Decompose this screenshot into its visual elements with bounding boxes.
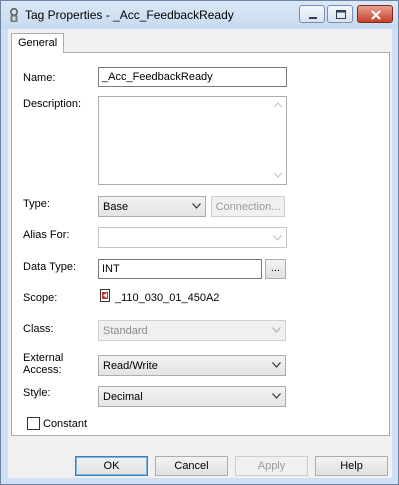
chevron-down-icon [192, 203, 201, 209]
general-panel: Name: _Acc_FeedbackReady Description: Ty… [11, 52, 390, 436]
data-type-browse-button[interactable]: ... [265, 259, 286, 279]
tab-general-label: General [18, 37, 58, 49]
class-select: Standard [98, 320, 286, 341]
tag-properties-window: Tag Properties - _Acc_FeedbackReady Gene… [0, 0, 399, 485]
chevron-down-icon [272, 327, 281, 333]
style-select[interactable]: Decimal [98, 386, 286, 407]
help-button[interactable]: Help [315, 456, 388, 476]
name-label: Name: [23, 72, 56, 84]
data-type-field[interactable]: INT [98, 259, 262, 279]
tab-general[interactable]: General [11, 33, 64, 53]
type-select[interactable]: Base [98, 196, 206, 217]
alias-for-label: Alias For: [23, 229, 70, 241]
scroll-down-icon[interactable] [273, 172, 283, 178]
external-access-select[interactable]: Read/Write [98, 355, 286, 376]
chevron-down-icon [272, 393, 281, 399]
scope-label: Scope: [23, 292, 58, 304]
cancel-button[interactable]: Cancel [155, 456, 228, 476]
tag-properties-icon [10, 8, 18, 22]
ok-button[interactable]: OK [75, 456, 148, 476]
dialog-client-area: General Name: _Acc_FeedbackReady Descrip… [8, 29, 392, 478]
scope-value: _110_030_01_450A2 [115, 292, 220, 304]
style-value: Decimal [103, 391, 143, 403]
external-access-value: Read/Write [103, 360, 158, 372]
description-scrollbar[interactable] [270, 97, 286, 184]
type-label: Type: [23, 198, 50, 210]
constant-label: Constant [43, 418, 88, 430]
external-access-label-line1: External [23, 352, 64, 364]
name-field[interactable]: _Acc_FeedbackReady [98, 67, 287, 87]
minimize-icon [309, 17, 317, 19]
description-field[interactable] [98, 96, 287, 185]
type-value: Base [103, 201, 129, 213]
program-scope-icon [100, 289, 110, 302]
connection-button[interactable]: Connection... [211, 196, 285, 217]
class-label: Class: [23, 323, 54, 335]
chevron-down-icon [272, 362, 281, 368]
scroll-up-icon[interactable] [273, 102, 283, 108]
style-label: Style: [23, 387, 51, 399]
description-label: Description: [23, 98, 82, 110]
minimize-button[interactable] [299, 5, 325, 23]
class-value: Standard [103, 325, 148, 337]
alias-for-select [98, 227, 287, 248]
data-type-label: Data Type: [23, 261, 76, 273]
title-bar[interactable]: Tag Properties - _Acc_FeedbackReady [1, 1, 398, 29]
maximize-icon [336, 10, 346, 19]
external-access-label-line2: Access: [23, 364, 62, 376]
close-icon [371, 10, 381, 20]
constant-checkbox[interactable] [27, 417, 40, 430]
close-button[interactable] [357, 5, 393, 23]
chevron-down-icon [273, 235, 282, 241]
apply-button[interactable]: Apply [235, 456, 308, 476]
maximize-button[interactable] [327, 5, 353, 23]
window-title: Tag Properties - _Acc_FeedbackReady [25, 8, 234, 22]
